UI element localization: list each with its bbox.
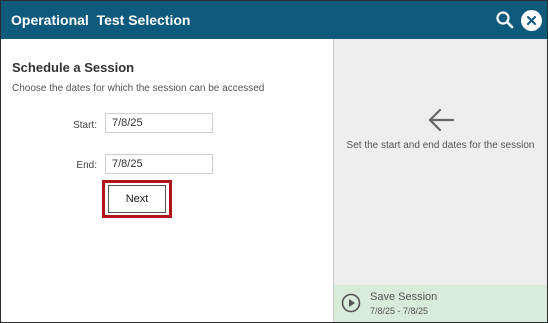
section-description: Choose the dates for which the session c… — [12, 83, 265, 94]
dialog-title: Operational Test Selection — [11, 12, 191, 28]
section-heading: Schedule a Session — [12, 60, 135, 75]
save-session-button[interactable]: Save Session 7/8/25 - 7/8/25 — [334, 285, 547, 322]
end-date-input[interactable] — [105, 154, 213, 174]
dialog-window: Operational Test Selection Schedule a Se… — [0, 0, 548, 323]
end-label: End: — [76, 160, 97, 171]
play-icon — [341, 293, 361, 313]
start-date-input[interactable] — [105, 113, 213, 133]
info-hint: Set the start and end dates for the sess… — [346, 140, 535, 151]
save-session-dates: 7/8/25 - 7/8/25 — [370, 306, 429, 316]
start-label: Start: — [73, 120, 97, 131]
arrow-left-icon — [427, 107, 455, 133]
save-session-label: Save Session — [370, 291, 438, 303]
next-button[interactable]: Next — [108, 185, 166, 213]
close-icon[interactable] — [521, 10, 542, 31]
title-bar: Operational Test Selection — [1, 1, 547, 39]
info-pane: Set the start and end dates for the sess… — [334, 39, 547, 285]
search-icon[interactable] — [495, 10, 515, 30]
schedule-pane: Schedule a Session Choose the dates for … — [1, 39, 333, 322]
